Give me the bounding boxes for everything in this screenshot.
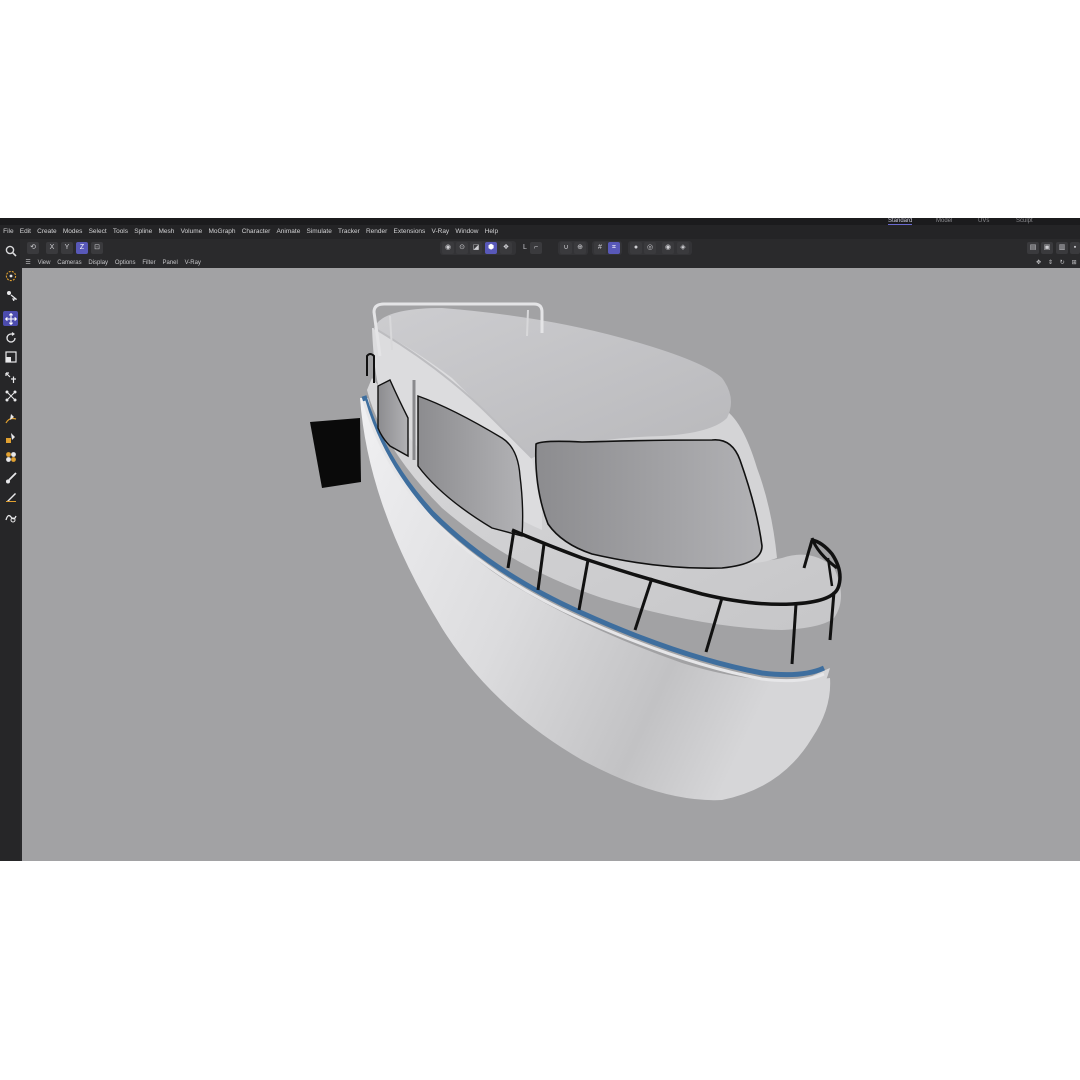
viewport-menu-filter[interactable]: Filter — [139, 258, 159, 268]
render-view-icon[interactable]: ▤ — [1027, 242, 1039, 254]
transform-icon[interactable] — [3, 370, 18, 385]
menu-select[interactable]: Select — [85, 225, 109, 239]
menu-window[interactable]: Window — [452, 225, 481, 239]
boat-model[interactable] — [22, 268, 1080, 861]
menu-simulate[interactable]: Simulate — [303, 225, 334, 239]
quantize-icon[interactable]: ⌗ — [608, 242, 620, 254]
move-view-icon[interactable]: ⇕ — [1045, 258, 1057, 268]
rotate-icon[interactable] — [3, 330, 18, 345]
menu-render[interactable]: Render — [363, 225, 391, 239]
viewport-menu-bar: ☰ View Cameras Display Options Filter Pa… — [22, 258, 1080, 268]
layout-tab-uvs[interactable]: UVs — [978, 218, 989, 224]
viewport-menu-options[interactable]: Options — [111, 258, 138, 268]
menu-mesh[interactable]: Mesh — [155, 225, 177, 239]
viewport-menu-display[interactable]: Display — [85, 258, 111, 268]
search-icon[interactable] — [3, 243, 18, 258]
polygon-mode-icon[interactable]: ⬢ — [485, 242, 497, 254]
axis-x-button[interactable]: X — [46, 242, 58, 254]
viewport-menu-panel[interactable]: Panel — [159, 258, 181, 268]
pan-view-icon[interactable]: ✥ — [1033, 258, 1045, 268]
tool-palette — [0, 239, 20, 861]
menu-tools[interactable]: Tools — [110, 225, 131, 239]
grid-icon[interactable]: # — [594, 242, 606, 254]
point-mode-icon[interactable]: ⊙ — [456, 242, 468, 254]
menu-volume[interactable]: Volume — [177, 225, 205, 239]
picture-viewer-icon[interactable]: ◈ — [677, 242, 689, 254]
brush-icon[interactable] — [3, 470, 18, 485]
select-tools-icon[interactable] — [3, 287, 18, 302]
menu-mograph[interactable]: MoGraph — [205, 225, 238, 239]
menu-character[interactable]: Character — [239, 225, 274, 239]
shaders-icon[interactable] — [3, 449, 18, 464]
menu-file[interactable]: File — [0, 225, 17, 239]
stern-panel — [310, 418, 361, 488]
viewport-menu-view[interactable]: View — [34, 258, 54, 268]
live-selection-icon[interactable] — [3, 268, 18, 283]
menu-vray[interactable]: V-Ray — [428, 225, 452, 239]
edit-render-settings-icon[interactable]: ▥ — [1056, 242, 1068, 254]
model-mode-icon[interactable]: ◉ — [442, 242, 454, 254]
solo-icon[interactable]: ● — [630, 242, 642, 254]
workplane-icon[interactable]: L — [519, 242, 531, 254]
menu-extensions[interactable]: Extensions — [390, 225, 428, 239]
menu-edit[interactable]: Edit — [17, 225, 34, 239]
axis-y-button[interactable]: Y — [61, 242, 73, 254]
uv-mode-icon[interactable]: ❖ — [500, 242, 512, 254]
magnet-icon[interactable]: ∪ — [560, 242, 572, 254]
menu-bar: File Edit Create Modes Select Tools Spli… — [0, 225, 1080, 239]
sculpt-icon[interactable] — [3, 509, 18, 524]
coordinate-system-icon[interactable]: ⊡ — [91, 242, 103, 254]
spline-pen-icon[interactable] — [3, 411, 18, 426]
title-bar: Standard Model UVs Sculpt — [0, 218, 1080, 226]
cinema4d-window: Standard Model UVs Sculpt File Edit Crea… — [0, 218, 1080, 861]
layout-tab-sculpt[interactable]: Sculpt — [1016, 218, 1033, 224]
rotate-view-icon[interactable]: ↻ — [1056, 258, 1068, 268]
main-toolbar: ⟲ X Y Z ⊡ ◉ ⊙ ◪ ⬢ ❖ ⌐ L ∪ ⊕ # ⌗ ● ◎ ◉ ◈ … — [0, 239, 1080, 258]
viewport-menu-vray[interactable]: V-Ray — [181, 258, 204, 268]
menu-tracker[interactable]: Tracker — [335, 225, 363, 239]
knife-icon[interactable] — [3, 488, 18, 503]
menu-create[interactable]: Create — [34, 225, 60, 239]
undo-icon[interactable]: ⟲ — [27, 242, 39, 254]
maximize-view-icon[interactable]: ⊞ — [1068, 258, 1080, 268]
viewport-solo-icon[interactable]: ◎ — [644, 242, 656, 254]
render-picture-icon[interactable]: ▣ — [1041, 242, 1053, 254]
viewport-panel-icon[interactable]: ☰ — [22, 258, 34, 268]
menu-help[interactable]: Help — [482, 225, 502, 239]
menu-animate[interactable]: Animate — [273, 225, 303, 239]
render-more-icon[interactable]: ▪ — [1070, 242, 1080, 254]
menu-modes[interactable]: Modes — [60, 225, 86, 239]
layout-tab-model[interactable]: Model — [936, 218, 952, 224]
snap-settings-icon[interactable]: ⊕ — [574, 242, 586, 254]
move-icon[interactable] — [3, 311, 18, 326]
edge-mode-icon[interactable]: ◪ — [470, 242, 482, 254]
fill-paint-icon[interactable] — [3, 430, 18, 445]
scale-icon[interactable] — [3, 349, 18, 364]
snap-icon[interactable] — [3, 388, 18, 403]
axis-mode-icon[interactable]: ⌐ — [530, 242, 542, 254]
menu-spline[interactable]: Spline — [131, 225, 155, 239]
render-settings-icon[interactable]: ◉ — [662, 242, 674, 254]
perspective-viewport[interactable] — [22, 268, 1080, 861]
axis-z-button[interactable]: Z — [76, 242, 88, 254]
viewport-menu-cameras[interactable]: Cameras — [54, 258, 85, 268]
